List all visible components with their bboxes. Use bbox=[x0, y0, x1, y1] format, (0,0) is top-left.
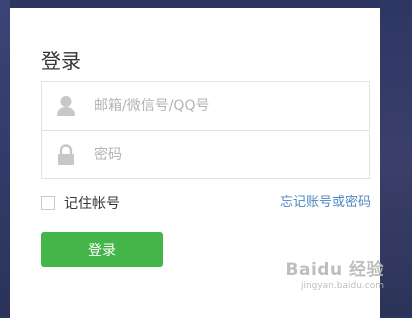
remember-account[interactable]: 记住帐号 bbox=[41, 194, 120, 212]
watermark-sub: jingyan.baidu.com bbox=[300, 281, 384, 291]
background-right bbox=[380, 0, 412, 315]
account-input[interactable] bbox=[94, 95, 354, 117]
password-row bbox=[42, 131, 369, 179]
remember-checkbox[interactable] bbox=[41, 196, 55, 210]
watermark: Baidu 经验 jingyan.baidu.com bbox=[286, 255, 384, 291]
lock-icon bbox=[56, 144, 76, 166]
password-input[interactable] bbox=[94, 144, 354, 166]
login-button[interactable]: 登录 bbox=[41, 232, 163, 267]
account-row bbox=[42, 82, 369, 131]
login-title: 登录 bbox=[41, 49, 81, 73]
credentials-box bbox=[41, 81, 370, 179]
background-left bbox=[0, 0, 10, 315]
remember-label: 记住帐号 bbox=[64, 196, 120, 212]
forgot-password-link[interactable]: 忘记账号或密码 bbox=[280, 194, 371, 212]
watermark-main: Baidu 经验 bbox=[285, 260, 384, 280]
user-icon bbox=[56, 95, 76, 117]
